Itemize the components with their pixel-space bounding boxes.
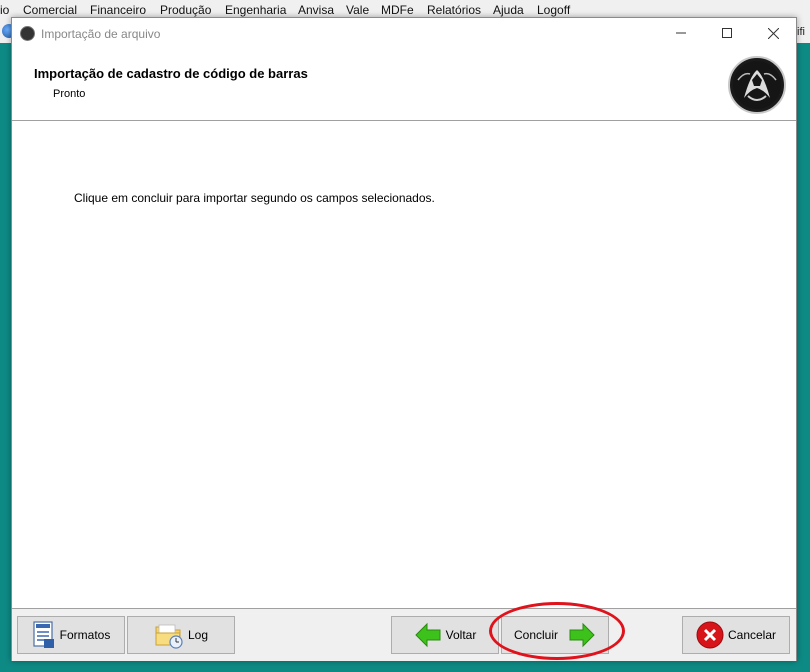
menu-item-financeiro[interactable]: Financeiro [90,3,146,17]
arrow-left-icon [414,622,442,648]
voltar-button[interactable]: Voltar [391,616,499,654]
status-subtitle: Pronto [53,88,86,100]
close-icon [767,27,779,39]
folder-clock-icon [154,621,184,649]
page-title: Importação de cadastro de código de barr… [34,66,308,81]
formatos-button[interactable]: Formatos [17,616,125,654]
maximize-button[interactable] [704,18,750,48]
app-logo-icon [20,26,35,41]
menu-item-relatorios[interactable]: Relatórios [427,3,481,17]
warrior-logo-icon [733,61,781,109]
formatos-label: Formatos [59,628,111,642]
instruction-text: Clique em concluir para importar segundo… [74,191,435,205]
menu-item-anvisa[interactable]: Anvisa [298,3,334,17]
minimize-button[interactable] [658,18,704,48]
arrow-right-icon [568,622,596,648]
menu-item-partial[interactable]: io [0,3,9,17]
import-dialog: Importação de arquivo Importação de cada… [11,17,797,661]
cancelar-label: Cancelar [727,628,777,642]
close-button[interactable] [750,18,796,48]
maximize-icon [722,28,732,38]
wizard-content: Clique em concluir para importar segundo… [12,121,796,608]
wizard-header: Importação de cadastro de código de barr… [12,48,796,121]
company-logo [728,56,786,114]
document-icon [32,621,56,649]
menu-item-producao[interactable]: Produção [160,3,211,17]
cancelar-button[interactable]: Cancelar [682,616,790,654]
title-bar[interactable]: Importação de arquivo [12,18,796,48]
cancel-icon [696,621,724,649]
window-title: Importação de arquivo [41,27,161,41]
log-label: Log [187,628,209,642]
voltar-label: Voltar [445,628,477,642]
log-button[interactable]: Log [127,616,235,654]
menu-item-vale[interactable]: Vale [346,3,369,17]
wizard-footer: Formatos Log Voltar Concluir Cancelar [12,608,796,661]
minimize-icon [676,32,686,34]
menu-item-mdfe[interactable]: MDFe [381,3,414,17]
menu-item-engenharia[interactable]: Engenharia [225,3,286,17]
menu-item-logoff[interactable]: Logoff [537,3,570,17]
menu-item-ajuda[interactable]: Ajuda [493,3,524,17]
menu-item-comercial[interactable]: Comercial [23,3,77,17]
concluir-label: Concluir [513,628,558,642]
concluir-button[interactable]: Concluir [501,616,609,654]
